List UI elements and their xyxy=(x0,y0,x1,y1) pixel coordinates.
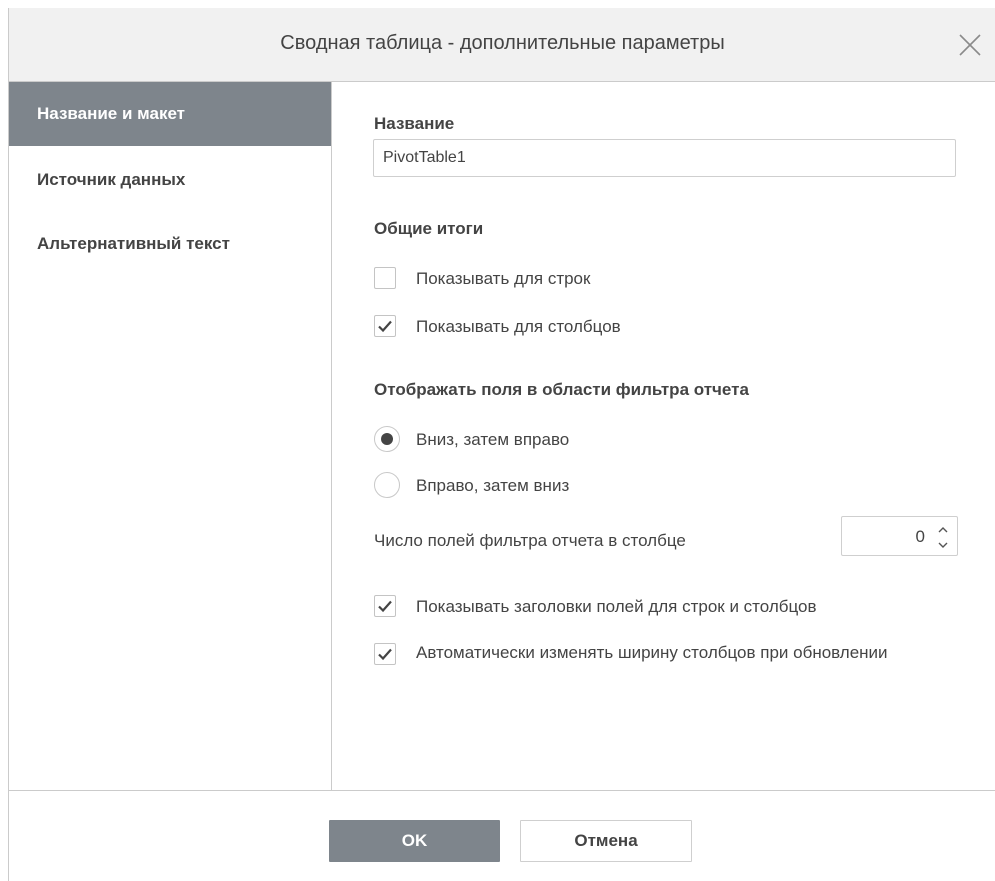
spin-down-button[interactable] xyxy=(936,538,950,550)
chevron-down-icon xyxy=(938,542,948,548)
pivot-settings-dialog: Сводная таблица - дополнительные парамет… xyxy=(8,8,995,881)
grand-totals-label: Общие итоги xyxy=(374,219,484,238)
down-then-right-radio[interactable] xyxy=(374,426,400,452)
name-input[interactable] xyxy=(373,139,956,177)
autofit-columns-checkbox[interactable] xyxy=(374,643,396,665)
show-for-columns-label: Показывать для столбцов xyxy=(416,317,621,336)
checkmark-icon xyxy=(378,600,392,613)
fields-per-column-spinner[interactable]: 0 xyxy=(841,516,958,556)
close-icon xyxy=(959,34,981,56)
sidebar-item-name-and-layout[interactable]: Название и макет xyxy=(9,82,331,146)
settings-panel: Название Общие итоги Показывать для стро… xyxy=(332,82,995,790)
right-then-down-radio[interactable] xyxy=(374,472,400,498)
dialog-footer: OK Отмена xyxy=(9,790,995,881)
show-for-rows-label: Показывать для строк xyxy=(416,269,591,288)
filter-area-label: Отображать поля в области фильтра отчета xyxy=(374,380,749,399)
show-field-headers-checkbox[interactable] xyxy=(374,595,396,617)
close-button[interactable] xyxy=(957,32,983,58)
name-label: Название xyxy=(374,114,455,133)
right-then-down-label: Вправо, затем вниз xyxy=(416,476,570,495)
checkmark-icon xyxy=(378,648,392,661)
ok-button[interactable]: OK xyxy=(329,820,500,862)
sidebar: Название и макет Источник данных Альтерн… xyxy=(9,82,332,790)
radio-selected-dot xyxy=(381,433,393,445)
spinner-value: 0 xyxy=(915,527,925,546)
dialog-header: Сводная таблица - дополнительные парамет… xyxy=(9,8,995,82)
spin-up-button[interactable] xyxy=(936,523,950,535)
checkmark-icon xyxy=(378,320,392,333)
show-for-rows-checkbox[interactable] xyxy=(374,267,396,289)
autofit-columns-label: Автоматически изменять ширину столбцов п… xyxy=(416,643,888,662)
sidebar-item-data-source[interactable]: Источник данных xyxy=(9,148,331,212)
down-then-right-label: Вниз, затем вправо xyxy=(416,430,570,449)
fields-per-column-label: Число полей фильтра отчета в столбце xyxy=(374,531,686,550)
cancel-button[interactable]: Отмена xyxy=(520,820,692,862)
show-field-headers-label: Показывать заголовки полей для строк и с… xyxy=(416,597,817,616)
chevron-up-icon xyxy=(938,527,948,533)
show-for-columns-checkbox[interactable] xyxy=(374,315,396,337)
dialog-title: Сводная таблица - дополнительные парамет… xyxy=(280,32,725,54)
sidebar-item-alt-text[interactable]: Альтернативный текст xyxy=(9,212,331,276)
